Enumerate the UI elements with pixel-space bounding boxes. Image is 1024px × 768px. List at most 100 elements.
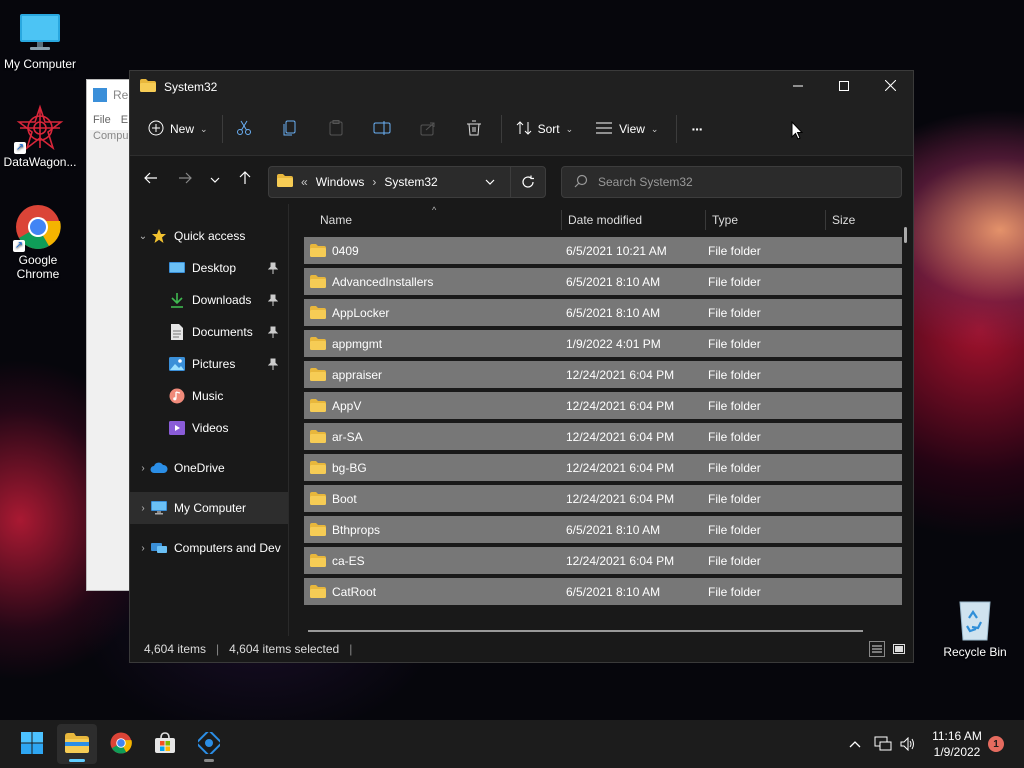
- start-button[interactable]: [12, 724, 52, 764]
- chevron-right-icon[interactable]: ›: [136, 463, 150, 474]
- details-view-button[interactable]: [869, 641, 885, 657]
- taskbar-chrome[interactable]: [101, 724, 141, 764]
- nav-my-computer[interactable]: › My Computer: [130, 492, 288, 524]
- desktop-icon-google-chrome[interactable]: ↗ Google Chrome: [0, 204, 78, 281]
- cut-button[interactable]: [229, 113, 259, 145]
- nav-videos[interactable]: Videos: [130, 412, 288, 444]
- folder-icon: [310, 492, 326, 505]
- breadcrumb-system32[interactable]: System32: [384, 175, 437, 189]
- rename-button[interactable]: [367, 113, 397, 145]
- file-row[interactable]: Boot 12/24/2021 6:04 PM File folder: [304, 485, 902, 512]
- close-icon: [884, 79, 896, 94]
- nav-quick-access[interactable]: ⌄ Quick access: [130, 220, 288, 252]
- breadcrumb-windows[interactable]: Windows: [316, 175, 365, 189]
- refresh-button[interactable]: [510, 167, 545, 197]
- file-name-cell: AppV: [304, 399, 562, 413]
- back-button[interactable]: [134, 164, 168, 194]
- title-bar[interactable]: System32: [130, 71, 913, 103]
- taskbar-store[interactable]: [145, 724, 185, 764]
- copy-icon: [282, 120, 298, 139]
- nav-label: Downloads: [192, 293, 252, 307]
- datawagon-logo-icon: ↗: [14, 104, 64, 154]
- file-row[interactable]: CatRoot 6/5/2021 8:10 AM File folder: [304, 578, 902, 605]
- chevron-down-icon[interactable]: ⌄: [136, 231, 150, 242]
- column-size[interactable]: Size: [826, 210, 896, 230]
- paste-icon: [328, 119, 344, 139]
- close-button[interactable]: [867, 71, 913, 103]
- address-dropdown-button[interactable]: [478, 179, 502, 185]
- notification-badge[interactable]: 1: [988, 736, 1004, 752]
- minimize-button[interactable]: [775, 71, 821, 103]
- file-row[interactable]: 0409 6/5/2021 10:21 AM File folder: [304, 237, 902, 264]
- nav-downloads[interactable]: Downloads: [130, 284, 288, 316]
- search-icon: [574, 174, 588, 191]
- delete-button[interactable]: [459, 113, 489, 145]
- taskbar-file-explorer[interactable]: [57, 724, 97, 764]
- nav-pictures[interactable]: Pictures: [130, 348, 288, 380]
- network-icon[interactable]: [870, 736, 896, 752]
- forward-button[interactable]: [168, 164, 202, 194]
- folder-icon: [140, 79, 156, 95]
- nav-onedrive[interactable]: › OneDrive: [130, 452, 288, 484]
- file-row[interactable]: appmgmt 1/9/2022 4:01 PM File folder: [304, 330, 902, 357]
- recent-locations-button[interactable]: [202, 164, 228, 194]
- file-name-cell: Bthprops: [304, 523, 562, 537]
- clock[interactable]: 11:16 AM 1/9/2022: [924, 728, 990, 760]
- file-row[interactable]: Bthprops 6/5/2021 8:10 AM File folder: [304, 516, 902, 543]
- file-row[interactable]: AppLocker 6/5/2021 8:10 AM File folder: [304, 299, 902, 326]
- up-arrow-icon: [239, 170, 251, 188]
- videos-icon: [168, 420, 186, 436]
- file-date: 12/24/2021 6:04 PM: [566, 460, 675, 475]
- paste-button[interactable]: [321, 113, 351, 145]
- folder-icon: [310, 461, 326, 474]
- menu-edit[interactable]: E: [121, 114, 128, 126]
- pane-splitter[interactable]: [288, 204, 289, 644]
- menu-file[interactable]: File: [93, 114, 111, 126]
- file-row[interactable]: AdvancedInstallers 6/5/2021 8:10 AM File f…: [304, 268, 902, 295]
- column-type[interactable]: Type: [706, 210, 826, 230]
- file-date: 1/9/2022 4:01 PM: [566, 336, 661, 351]
- pin-icon: [267, 358, 279, 373]
- desktop-icon-datawagon[interactable]: ↗ DataWagon...: [0, 104, 80, 169]
- view-button[interactable]: View ⌄: [587, 113, 666, 145]
- nav-computers-and-devices[interactable]: › Computers and Dev: [130, 532, 288, 564]
- breadcrumb-overflow[interactable]: «: [301, 175, 308, 189]
- file-row[interactable]: bg-BG 12/24/2021 6:04 PM File folder: [304, 454, 902, 481]
- file-row[interactable]: ca-ES 12/24/2021 6:04 PM File folder: [304, 547, 902, 574]
- chevron-right-icon[interactable]: ›: [136, 543, 150, 554]
- file-rows: 0409 6/5/2021 10:21 AM File folder Advanced…: [304, 237, 902, 605]
- vertical-scrollbar[interactable]: [904, 227, 907, 243]
- file-row[interactable]: ar-SA 12/24/2021 6:04 PM File folder: [304, 423, 902, 450]
- nav-desktop[interactable]: Desktop: [130, 252, 288, 284]
- chevron-down-icon: [485, 179, 495, 185]
- tiles-view-button[interactable]: [891, 641, 907, 657]
- maximize-button[interactable]: [821, 71, 867, 103]
- up-button[interactable]: [228, 164, 262, 194]
- divider: [676, 115, 678, 143]
- column-date-modified[interactable]: Date modified: [562, 210, 706, 230]
- copy-button[interactable]: [275, 113, 305, 145]
- more-button[interactable]: ···: [683, 113, 710, 145]
- chevron-up-icon[interactable]: [844, 740, 866, 748]
- file-row[interactable]: appraiser 12/24/2021 6:04 PM File folder: [304, 361, 902, 388]
- chevron-right-icon[interactable]: ›: [136, 503, 150, 514]
- column-label: Type: [712, 213, 739, 227]
- address-bar[interactable]: « Windows › System32: [268, 166, 546, 198]
- sort-button[interactable]: Sort ⌄: [508, 113, 582, 145]
- taskbar-datawagon[interactable]: [189, 724, 229, 764]
- volume-icon[interactable]: [896, 737, 920, 751]
- nav-documents[interactable]: Documents: [130, 316, 288, 348]
- shortcut-arrow-icon: ↗: [13, 240, 25, 252]
- file-name-cell: 0409: [304, 244, 562, 258]
- share-button[interactable]: [413, 113, 443, 145]
- desktop-icon-recycle-bin[interactable]: Recycle Bin: [935, 598, 1015, 659]
- file-name: Boot: [332, 491, 357, 506]
- search-box[interactable]: Search System32: [561, 166, 902, 198]
- new-button[interactable]: New ⌄: [140, 113, 216, 145]
- back-arrow-icon: [144, 172, 158, 187]
- horizontal-scrollbar[interactable]: [308, 630, 863, 632]
- desktop-icon-my-computer[interactable]: My Computer: [0, 10, 80, 71]
- nav-music[interactable]: Music: [130, 380, 288, 412]
- file-row[interactable]: AppV 12/24/2021 6:04 PM File folder: [304, 392, 902, 419]
- star-icon: [150, 228, 168, 244]
